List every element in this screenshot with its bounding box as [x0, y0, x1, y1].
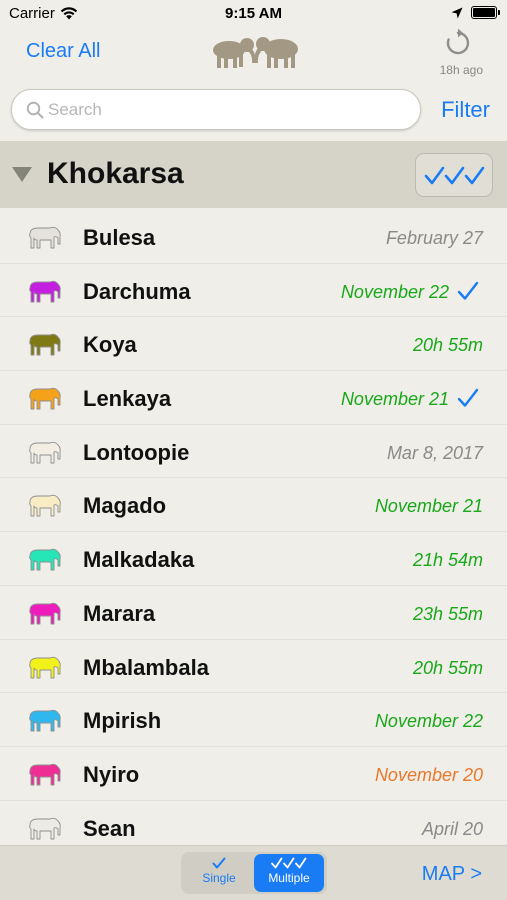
elephant-name: Lontoopie — [83, 439, 190, 465]
elephant-icon — [29, 441, 61, 464]
check-icon — [212, 857, 226, 869]
two-elephants-logo-icon — [213, 37, 298, 68]
status-time: 9:15 AM — [225, 5, 282, 22]
elephant-row[interactable]: Mpirish November 22 — [0, 693, 507, 747]
checkmark-icon — [457, 388, 479, 407]
elephant-name: Nyiro — [83, 761, 140, 787]
section-title: Khokarsa — [47, 157, 184, 190]
elephant-icon — [29, 602, 61, 625]
location-arrow-icon — [451, 7, 463, 18]
section-header[interactable]: Khokarsa — [0, 141, 507, 208]
elephant-icon — [29, 710, 61, 732]
clear-all-button[interactable]: Clear All — [26, 40, 100, 63]
elephant-name: Bulesa — [83, 225, 156, 250]
elephant-list: Bulesa February 27 Darchuma November 22 Koya… — [0, 210, 507, 855]
elephant-last-seen: 20h 55m — [412, 657, 483, 678]
triple-check-icon — [424, 166, 485, 185]
elephant-name: Marara — [83, 600, 156, 626]
search-input[interactable] — [48, 98, 408, 122]
elephant-row[interactable]: Malkadaka 21h 54m — [0, 532, 507, 586]
elephant-row[interactable]: Magado November 21 — [0, 478, 507, 533]
elephant-last-seen: February 27 — [385, 228, 483, 248]
single-mode-segment[interactable]: Single — [184, 854, 254, 892]
elephant-row[interactable]: Nyiro November 20 — [0, 747, 507, 801]
elephant-name: Magado — [83, 493, 167, 519]
filter-button[interactable]: Filter — [441, 97, 490, 123]
selection-mode-segmented-control: Single Multiple — [181, 852, 327, 894]
status-bar: Carrier 9:15 AM — [0, 0, 507, 28]
elephant-icon — [29, 387, 61, 410]
select-all-button[interactable] — [415, 153, 493, 197]
elephant-row[interactable]: Bulesa February 27 — [0, 210, 507, 264]
elephant-row[interactable]: Lontoopie Mar 8, 2017 — [0, 425, 507, 479]
elephant-row[interactable]: Darchuma November 22 — [0, 264, 507, 318]
elephant-icon — [29, 763, 61, 786]
elephant-icon — [29, 280, 61, 303]
status-right — [451, 6, 500, 19]
single-mode-label: Single — [202, 871, 236, 885]
elephant-icon — [29, 549, 61, 571]
elephant-last-seen: Mar 8, 2017 — [386, 442, 483, 463]
elephant-last-seen: November 22 — [374, 711, 483, 732]
refresh-icon[interactable] — [443, 28, 473, 58]
elephant-name: Koya — [83, 332, 137, 358]
elephant-icon — [29, 495, 61, 517]
elephant-row[interactable]: Koya 20h 55m — [0, 317, 507, 372]
bottom-toolbar: Single Multiple MAP > — [0, 845, 507, 900]
elephant-last-seen: April 20 — [421, 818, 483, 839]
elephant-row[interactable]: Lenkaya November 21 — [0, 371, 507, 425]
multiple-mode-segment[interactable]: Multiple — [254, 854, 324, 892]
elephant-icon — [29, 226, 61, 249]
elephant-last-seen: November 21 — [374, 496, 483, 517]
elephant-last-seen: November 21 — [340, 389, 449, 410]
refresh-age-label: 18h ago — [439, 63, 483, 77]
elephant-name: Sean — [83, 815, 136, 841]
elephant-row[interactable]: Marara 23h 55m — [0, 586, 507, 640]
disclosure-triangle-icon[interactable] — [12, 167, 32, 182]
elephant-last-seen: 21h 54m — [412, 550, 483, 571]
elephant-icon — [29, 334, 61, 356]
triple-check-icon — [271, 857, 307, 869]
multiple-mode-label: Multiple — [268, 871, 310, 885]
nav-bar: Clear All 18h ago — [0, 28, 507, 80]
elephant-name: Darchuma — [83, 278, 191, 304]
elephant-last-seen: 20h 55m — [412, 335, 483, 356]
elephant-last-seen: November 20 — [374, 764, 483, 785]
elephant-icon — [29, 817, 61, 840]
elephant-name: Mbalambala — [83, 654, 209, 680]
elephant-name: Mpirish — [83, 708, 162, 734]
elephant-row[interactable]: Mbalambala 20h 55m — [0, 640, 507, 694]
checkmark-icon — [457, 281, 479, 300]
elephant-last-seen: November 22 — [340, 281, 449, 302]
elephant-name: Malkadaka — [83, 547, 195, 573]
search-icon — [26, 101, 44, 119]
map-button[interactable]: MAP > — [422, 863, 482, 886]
elephant-last-seen: 23h 55m — [412, 603, 483, 624]
search-bar — [11, 89, 421, 130]
elephant-name: Lenkaya — [83, 386, 172, 412]
elephant-icon — [29, 656, 61, 678]
battery-icon — [471, 6, 500, 19]
